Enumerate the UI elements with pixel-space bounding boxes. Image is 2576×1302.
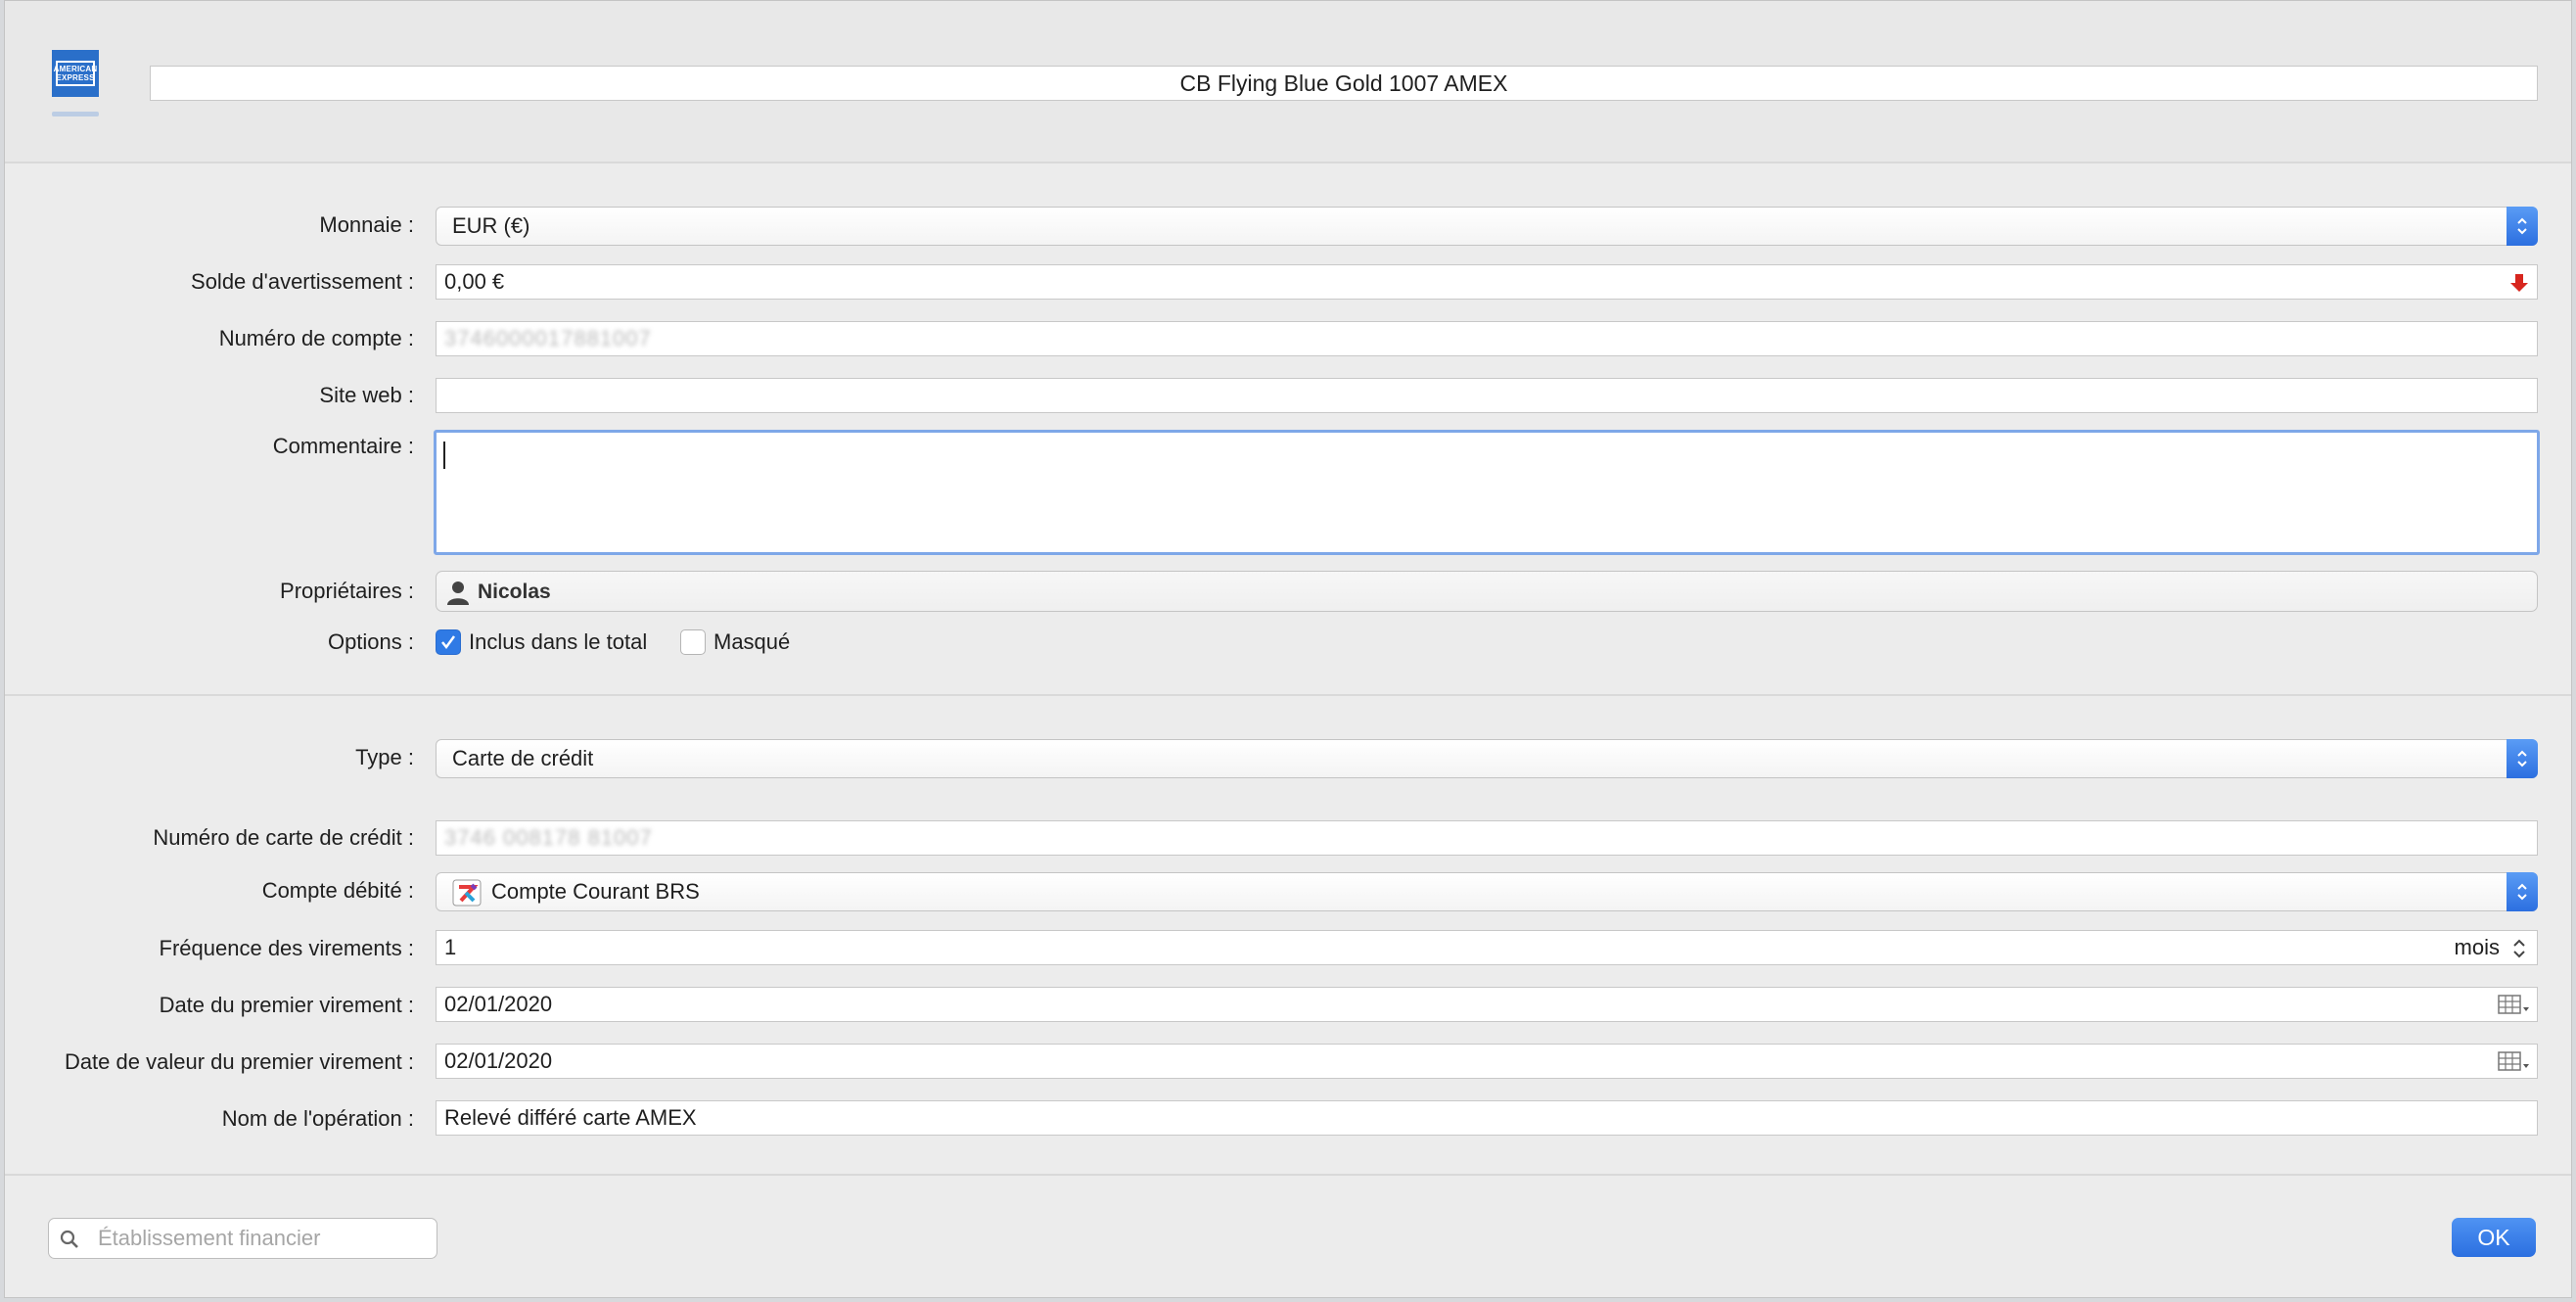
frequency-label: Fréquence des virements :	[159, 936, 414, 960]
type-popup[interactable]: Carte de crédit	[436, 739, 2538, 778]
up-down-chevron-icon[interactable]	[2511, 937, 2527, 960]
first-transfer-label: Date du premier virement :	[159, 993, 414, 1017]
owners-label: Propriétaires :	[280, 579, 414, 603]
website-field[interactable]	[436, 378, 2538, 413]
card-number-field[interactable]: 3746 008178 81007	[436, 820, 2538, 856]
footer-divider	[5, 1174, 2571, 1176]
card-number-value: 3746 008178 81007	[444, 825, 653, 850]
operation-name-label: Nom de l'opération :	[221, 1106, 414, 1131]
website-label: Site web :	[319, 383, 414, 407]
frequency-field[interactable]: 1 mois	[436, 930, 2538, 965]
currency-value: EUR (€)	[452, 213, 530, 238]
american-express-logo[interactable]: AMERICAN EXPRESS	[52, 50, 99, 97]
frequency-value: 1	[444, 935, 457, 959]
card-number-label: Numéro de carte de crédit :	[153, 825, 414, 850]
red-down-arrow-icon[interactable]	[2509, 273, 2529, 293]
popup-stepper-icon	[2507, 739, 2538, 778]
frequency-unit[interactable]: mois	[2455, 931, 2500, 964]
operation-name-field[interactable]: Relevé différé carte AMEX	[436, 1100, 2538, 1136]
text-caret	[443, 442, 445, 469]
currency-popup[interactable]: EUR (€)	[436, 207, 2538, 246]
warning-balance-value: 0,00 €	[444, 269, 505, 294]
bank-account-icon	[452, 879, 482, 907]
first-value-date-value: 02/01/2020	[444, 1048, 553, 1073]
ok-button[interactable]: OK	[2452, 1218, 2536, 1257]
financial-institution-search[interactable]: Établissement financier	[48, 1218, 437, 1259]
debit-account-popup[interactable]: Compte Courant BRS	[436, 872, 2538, 911]
account-header: AMERICAN EXPRESS CB Flying Blue Gold 100…	[5, 1, 2571, 163]
comment-textarea[interactable]	[434, 430, 2540, 555]
owners-token-field[interactable]: Nicolas	[436, 571, 2538, 612]
debit-account-value: Compte Courant BRS	[491, 879, 700, 904]
search-placeholder: Établissement financier	[98, 1226, 321, 1250]
warning-balance-field[interactable]: 0,00 €	[436, 264, 2538, 300]
first-transfer-value: 02/01/2020	[444, 992, 553, 1016]
logo-text-line1: AMERICAN	[53, 65, 98, 73]
account-number-field[interactable]: 3746000017881007	[436, 321, 2538, 356]
warning-balance-label: Solde d'avertissement :	[191, 269, 414, 294]
account-title-field[interactable]: CB Flying Blue Gold 1007 AMEX	[150, 66, 2538, 101]
currency-label: Monnaie :	[319, 212, 414, 237]
owner-name: Nicolas	[478, 581, 551, 603]
first-transfer-date-field[interactable]: 02/01/2020	[436, 987, 2538, 1022]
logo-box: AMERICAN EXPRESS	[53, 61, 98, 86]
section-divider	[5, 694, 2571, 696]
account-settings-sheet: AMERICAN EXPRESS CB Flying Blue Gold 100…	[4, 0, 2572, 1298]
search-icon	[60, 1230, 78, 1248]
checkmark-icon	[441, 635, 456, 650]
logo-underline	[52, 112, 99, 116]
account-number-value: 3746000017881007	[444, 326, 652, 350]
hidden-checkbox[interactable]	[680, 629, 706, 655]
first-value-date-field[interactable]: 02/01/2020	[436, 1044, 2538, 1079]
first-value-date-label: Date de valeur du premier virement :	[64, 1049, 414, 1074]
type-value: Carte de crédit	[452, 746, 594, 770]
logo-text-line2: EXPRESS	[56, 73, 95, 82]
included-in-total-label[interactable]: Inclus dans le total	[469, 629, 647, 655]
calendar-icon[interactable]	[2498, 994, 2531, 1015]
hidden-label[interactable]: Masqué	[713, 629, 790, 655]
account-number-label: Numéro de compte :	[218, 326, 414, 350]
type-label: Type :	[355, 745, 414, 769]
popup-stepper-icon	[2507, 207, 2538, 246]
included-in-total-checkbox[interactable]	[436, 629, 461, 655]
debit-account-label: Compte débité :	[261, 878, 414, 903]
calendar-icon[interactable]	[2498, 1050, 2531, 1072]
options-label: Options :	[327, 629, 414, 654]
popup-stepper-icon	[2507, 872, 2538, 911]
comment-label: Commentaire :	[272, 434, 414, 458]
person-icon	[447, 581, 469, 605]
